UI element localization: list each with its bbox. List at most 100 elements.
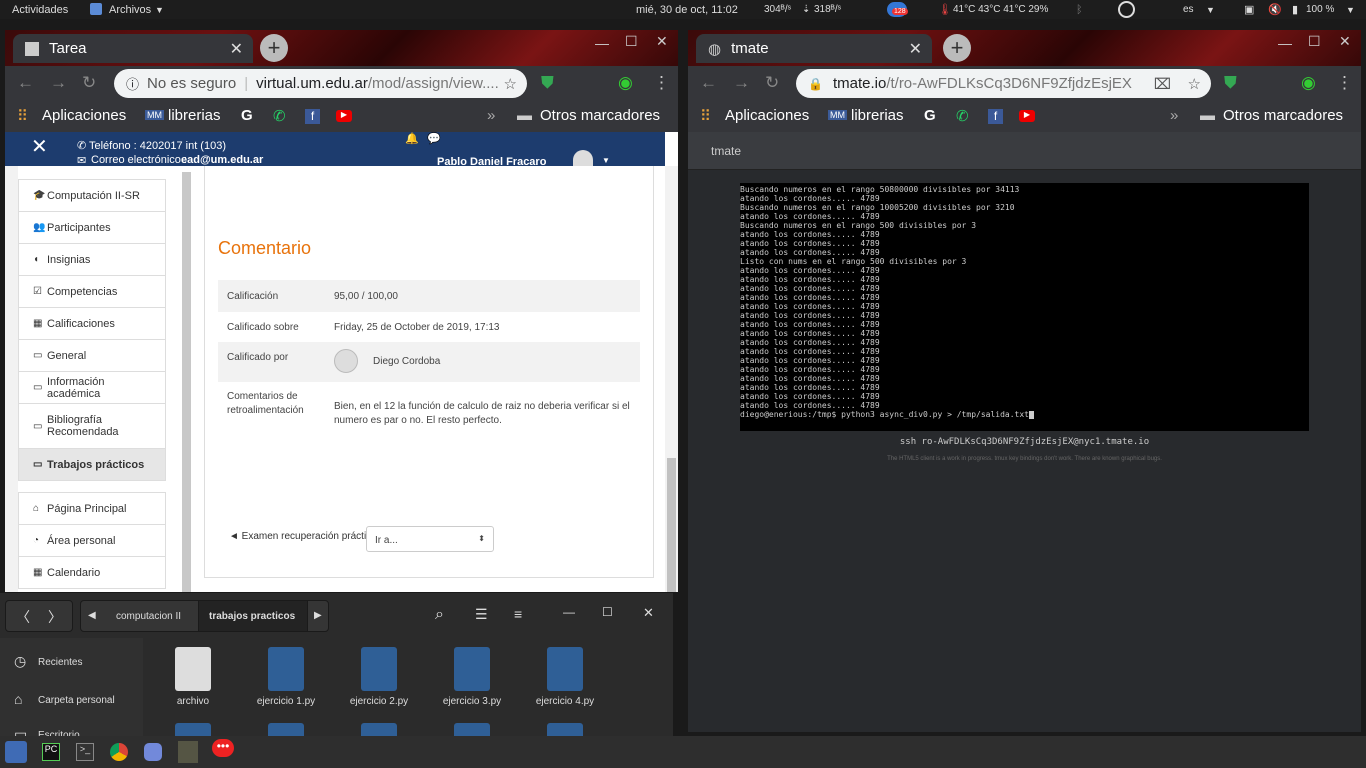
youtube-icon[interactable]: ▶ xyxy=(336,110,352,122)
menu-icon[interactable]: ≡ xyxy=(514,606,522,622)
path-right-icon[interactable]: ▶ xyxy=(314,610,322,621)
place-home[interactable]: Carpeta personal xyxy=(38,695,115,706)
reload-icon[interactable]: ↻ xyxy=(765,73,779,93)
new-tab-button[interactable]: + xyxy=(943,34,971,62)
menu-icon[interactable]: ⋮ xyxy=(653,73,670,93)
pycharm-icon[interactable]: PC xyxy=(42,743,60,761)
sidebar-item[interactable]: ▭ General xyxy=(18,340,166,372)
volume-icon[interactable]: 🔇 xyxy=(1268,3,1282,16)
sidebar-item[interactable]: ▭ Información académica xyxy=(18,372,166,404)
close-window-icon[interactable]: ✕ xyxy=(656,33,668,50)
facebook-icon[interactable]: f xyxy=(305,109,320,124)
place-recientes[interactable]: Recientes xyxy=(38,657,82,668)
chrome-icon[interactable] xyxy=(110,743,128,761)
bookmark-librerias[interactable]: librerias xyxy=(168,107,221,124)
file-label[interactable]: ejercicio 4.py xyxy=(515,696,615,707)
minimize-icon[interactable]: — xyxy=(563,605,575,619)
sidebar-item[interactable]: 🎓 Computación II-SR xyxy=(18,180,166,212)
translate-icon[interactable]: ⌧ xyxy=(1154,75,1171,93)
file-label[interactable]: ejercicio 2.py xyxy=(329,696,429,707)
forward-icon[interactable]: → xyxy=(733,73,750,93)
chat-icon[interactable]: 💬 xyxy=(427,132,441,145)
back-icon[interactable]: 〈 xyxy=(16,607,30,627)
activities-button[interactable]: Actividades xyxy=(12,4,68,16)
tab-tarea[interactable]: Tarea ✕ xyxy=(13,34,253,63)
shield-extension-icon[interactable]: ⛊ xyxy=(541,73,554,93)
back-icon[interactable]: ← xyxy=(700,73,717,93)
whatsapp-icon[interactable]: ✆ xyxy=(273,107,286,125)
bell-icon[interactable]: 🔔 xyxy=(405,132,419,145)
path-item[interactable]: computacion II xyxy=(116,611,181,622)
prev-activity-link[interactable]: ◄ Examen recuperación prácti xyxy=(229,531,367,542)
path-item-current[interactable]: trabajos practicos xyxy=(209,611,295,622)
battery-icon[interactable]: ▮ xyxy=(1292,3,1298,16)
bluetooth-icon[interactable]: ᛒ xyxy=(1076,4,1083,16)
app-icon[interactable] xyxy=(178,741,198,763)
maximize-icon[interactable]: ☐ xyxy=(1308,33,1321,50)
youtube-icon[interactable]: ▶ xyxy=(1019,110,1035,122)
menu-icon[interactable]: ⋮ xyxy=(1336,73,1353,93)
sidebar-scrollbar[interactable] xyxy=(182,172,191,592)
omnibox[interactable]: ⓘ No es seguro | virtual.um.edu.ar /mod/… xyxy=(114,69,527,98)
close-window-icon[interactable]: ✕ xyxy=(1339,33,1351,50)
maximize-icon[interactable]: ☐ xyxy=(625,33,638,50)
keyboard-layout[interactable]: es xyxy=(1183,4,1194,15)
forward-icon[interactable]: 〉 xyxy=(48,607,62,627)
sidebar-item[interactable]: 👥 Participantes xyxy=(18,212,166,244)
tmate-brand[interactable]: tmate xyxy=(711,144,741,158)
chat-app-icon[interactable]: ••• xyxy=(212,739,234,757)
new-tab-button[interactable]: + xyxy=(260,34,288,62)
path-left-icon[interactable]: ◀ xyxy=(88,610,96,621)
files-app-icon[interactable] xyxy=(5,741,27,763)
terminal[interactable]: Buscando numeros en el rango 50800000 di… xyxy=(740,183,1309,431)
star-icon[interactable]: ☆ xyxy=(504,75,517,93)
file-label[interactable]: ejercicio 3.py xyxy=(422,696,522,707)
extension-icon[interactable]: ◉ xyxy=(618,73,633,93)
terminal-icon[interactable]: >_ xyxy=(76,743,94,761)
bookmark-apps[interactable]: Aplicaciones xyxy=(725,107,809,124)
page-scrollbar[interactable] xyxy=(665,166,678,592)
whatsapp-icon[interactable]: ✆ xyxy=(956,107,969,125)
search-icon[interactable]: ⌕ xyxy=(435,606,444,624)
more-bookmarks-icon[interactable]: » xyxy=(487,107,495,124)
minimize-icon[interactable]: — xyxy=(1278,35,1292,51)
minimize-icon[interactable]: — xyxy=(595,35,609,51)
file-label[interactable]: ejercicio 1.py xyxy=(236,696,336,707)
sidebar-item[interactable]: ◖ Insignias xyxy=(18,244,166,276)
google-icon[interactable]: G xyxy=(924,107,936,124)
reload-icon[interactable]: ↻ xyxy=(82,73,96,93)
omnibox[interactable]: 🔒 tmate.io /t/ro-AwFDLKsCq3D6NF9ZfjdzEsj… xyxy=(796,69,1211,98)
shield-extension-icon[interactable]: ⛊ xyxy=(1224,73,1237,93)
grader-name[interactable]: Diego Cordoba xyxy=(373,356,440,367)
avatar[interactable] xyxy=(573,150,593,166)
extension-icon[interactable]: ◉ xyxy=(1301,73,1316,93)
more-bookmarks-icon[interactable]: » xyxy=(1170,107,1178,124)
jump-to-select[interactable]: Ir a... ⬍ xyxy=(366,526,494,552)
close-tab-icon[interactable]: ✕ xyxy=(230,39,243,59)
clock-icon[interactable] xyxy=(1118,1,1135,18)
sidebar-item[interactable]: ▦ Calendario xyxy=(18,557,166,589)
close-icon[interactable]: ✕ xyxy=(643,605,654,621)
bookmark-otros[interactable]: Otros marcadores xyxy=(1223,107,1343,124)
list-view-icon[interactable]: ☰ xyxy=(475,606,488,623)
discord-icon[interactable] xyxy=(144,743,162,761)
close-tab-icon[interactable]: ✕ xyxy=(909,39,922,59)
file-label[interactable]: archivo xyxy=(143,696,243,707)
tab-tmate[interactable]: ◍ tmate ✕ xyxy=(696,34,932,63)
google-icon[interactable]: G xyxy=(241,107,253,124)
app-menu[interactable]: Archivos xyxy=(109,4,151,16)
screen-icon[interactable]: ▣ xyxy=(1244,3,1254,16)
maximize-icon[interactable]: ☐ xyxy=(602,605,613,619)
sidebar-item[interactable]: ▭ Trabajos prácticos xyxy=(18,449,166,481)
bookmark-apps[interactable]: Aplicaciones xyxy=(42,107,126,124)
sidebar-item[interactable]: ☑ Competencias xyxy=(18,276,166,308)
forward-icon[interactable]: → xyxy=(50,73,67,93)
sidebar-item[interactable]: ▭ Bibliografía Recomendada xyxy=(18,404,166,449)
bookmark-otros[interactable]: Otros marcadores xyxy=(540,107,660,124)
bookmark-librerias[interactable]: librerias xyxy=(851,107,904,124)
back-icon[interactable]: ← xyxy=(17,73,34,93)
sidebar-item[interactable]: ⌂ Página Principal xyxy=(18,493,166,525)
facebook-icon[interactable]: f xyxy=(988,109,1003,124)
temperature-readout[interactable]: 41°C 43°C 41°C 29% xyxy=(953,4,1048,15)
close-drawer-icon[interactable]: ✕ xyxy=(31,134,48,159)
